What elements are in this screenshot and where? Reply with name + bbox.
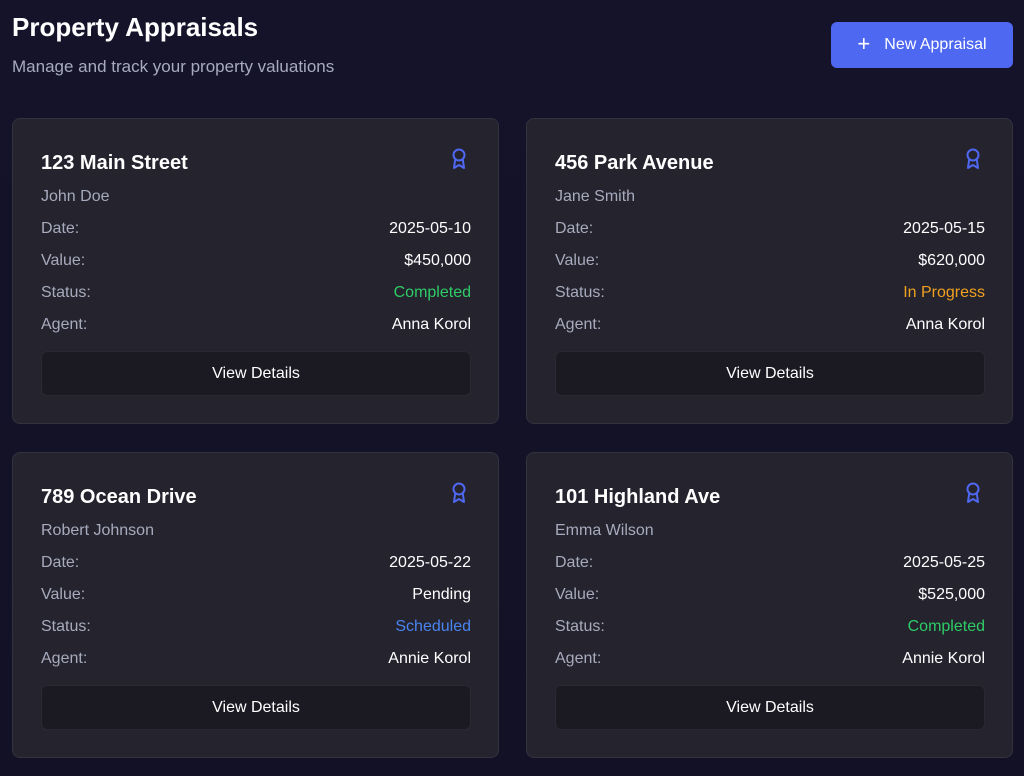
status-value: Completed [907, 618, 985, 635]
page-header: Property Appraisals Manage and track you… [12, 12, 334, 78]
agent-row: Agent: Anna Korol [41, 315, 471, 335]
status-row: Status: In Progress [555, 283, 985, 303]
property-address: 101 Highland Ave [555, 486, 721, 508]
agent-row: Agent: Annie Korol [41, 649, 471, 669]
status-label: Status: [555, 618, 605, 635]
date-value: 2025-05-15 [903, 220, 985, 237]
status-value: Scheduled [395, 618, 471, 635]
date-row: Date: 2025-05-25 [555, 553, 985, 573]
date-label: Date: [41, 554, 80, 571]
new-appraisal-label: New Appraisal [884, 36, 987, 53]
agent-label: Agent: [555, 650, 602, 667]
value-value: $620,000 [918, 252, 985, 269]
value-row: Value: Pending [41, 585, 471, 605]
view-details-button[interactable]: View Details [41, 685, 471, 730]
agent-label: Agent: [41, 650, 88, 667]
status-value: Completed [393, 284, 471, 301]
date-value: 2025-05-22 [389, 554, 471, 571]
status-label: Status: [41, 618, 91, 635]
page-title: Property Appraisals [12, 12, 259, 42]
value-row: Value: $525,000 [555, 585, 985, 605]
client-name: Jane Smith [555, 188, 636, 205]
agent-row: Agent: Annie Korol [555, 649, 985, 669]
value-label: Value: [41, 586, 86, 603]
agent-value: Annie Korol [902, 650, 985, 667]
property-address: 456 Park Avenue [555, 152, 714, 174]
agent-label: Agent: [41, 316, 88, 333]
status-row: Status: Scheduled [41, 617, 471, 637]
date-row: Date: 2025-05-15 [555, 219, 985, 239]
value-value: $525,000 [918, 586, 985, 603]
award-ribbon-icon [966, 148, 980, 169]
award-ribbon-icon [452, 148, 466, 169]
client-name: Robert Johnson [41, 522, 154, 539]
plus-icon: + [857, 31, 871, 56]
status-value: In Progress [903, 284, 985, 301]
page-subtitle: Manage and track your property valuation… [12, 57, 335, 76]
agent-row: Agent: Anna Korol [555, 315, 985, 335]
agent-value: Anna Korol [391, 316, 471, 333]
value-label: Value: [41, 252, 86, 269]
date-row: Date: 2025-05-10 [41, 219, 471, 239]
date-label: Date: [555, 554, 594, 571]
date-value: 2025-05-10 [389, 220, 471, 237]
agent-value: Annie Korol [388, 650, 471, 667]
status-row: Status: Completed [41, 283, 471, 303]
agent-label: Agent: [555, 316, 602, 333]
status-label: Status: [555, 284, 605, 301]
appraisal-card: 789 Ocean Drive Robert Johnson Date: 202… [12, 452, 499, 758]
status-row: Status: Completed [555, 617, 985, 637]
value-label: Value: [555, 586, 600, 603]
date-value: 2025-05-25 [903, 554, 985, 571]
appraisal-card: 101 Highland Ave Emma Wilson Date: 2025-… [526, 452, 1013, 758]
property-address: 123 Main Street [41, 152, 188, 174]
client-name: Emma Wilson [555, 522, 654, 539]
date-label: Date: [555, 220, 594, 237]
value-row: Value: $450,000 [41, 251, 471, 271]
status-label: Status: [41, 284, 91, 301]
view-details-button[interactable]: View Details [555, 685, 985, 730]
value-value: $450,000 [404, 252, 471, 269]
appraisal-card: 456 Park Avenue Jane Smith Date: 2025-05… [526, 118, 1013, 424]
new-appraisal-button[interactable]: + New Appraisal [831, 22, 1013, 68]
appraisal-card: 123 Main Street John Doe Date: 2025-05-1… [12, 118, 499, 424]
agent-value: Anna Korol [905, 316, 985, 333]
value-row: Value: $620,000 [555, 251, 985, 271]
date-label: Date: [41, 220, 80, 237]
award-ribbon-icon [966, 482, 980, 503]
award-ribbon-icon [452, 482, 466, 503]
appraisals-page: Property Appraisals Manage and track you… [0, 0, 1024, 776]
client-name: John Doe [41, 188, 110, 205]
date-row: Date: 2025-05-22 [41, 553, 471, 573]
value-label: Value: [555, 252, 600, 269]
value-value: Pending [412, 586, 471, 603]
property-address: 789 Ocean Drive [41, 486, 197, 508]
view-details-button[interactable]: View Details [41, 351, 471, 396]
view-details-button[interactable]: View Details [555, 351, 985, 396]
